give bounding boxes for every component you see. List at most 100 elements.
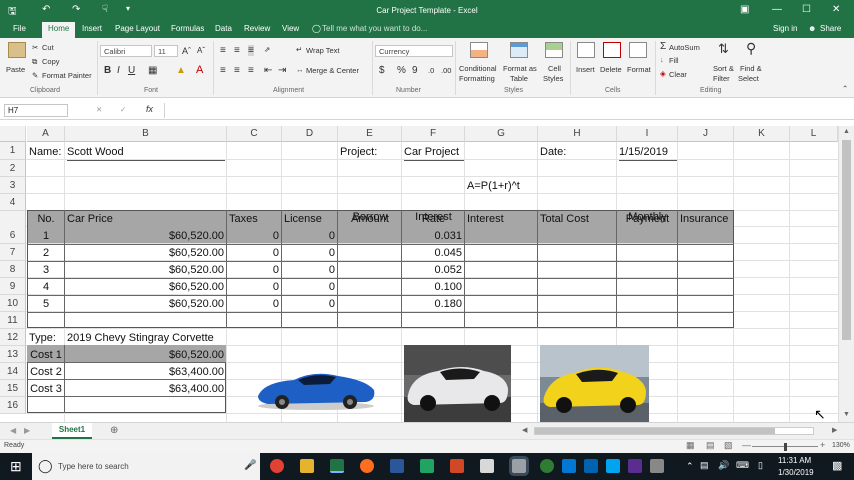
column-header[interactable]: D — [282, 126, 338, 142]
align-left-icon[interactable]: ≡ — [220, 65, 226, 76]
row-car-price[interactable]: $60,520.00 — [65, 298, 224, 310]
row-header[interactable]: 12 — [0, 329, 26, 346]
decrease-decimal-icon[interactable]: .00 — [441, 66, 451, 75]
row-taxes[interactable]: 0 — [227, 230, 279, 242]
sheet-tab-sheet1[interactable]: Sheet1 — [52, 423, 92, 439]
header-insurance[interactable]: Insurance — [680, 213, 728, 225]
header-interest-rate-2[interactable]: Rate — [402, 213, 465, 225]
tab-review[interactable]: Review — [244, 24, 270, 33]
column-header[interactable]: E — [338, 126, 402, 142]
share-button[interactable]: Share — [820, 24, 841, 33]
row-car-price[interactable]: $60,520.00 — [65, 247, 224, 259]
paste-icon[interactable] — [8, 42, 26, 58]
wrap-text-button[interactable]: Wrap Text — [306, 46, 340, 55]
firefox-icon[interactable] — [360, 459, 374, 473]
insert-function-button[interactable]: fx — [146, 104, 153, 114]
horizontal-scroll-thumb[interactable] — [535, 428, 775, 434]
tab-home[interactable]: Home — [42, 22, 76, 38]
formula-text[interactable]: A=P(1+r)^t — [467, 180, 520, 192]
font-size-combo[interactable]: 11 — [154, 45, 178, 57]
white-corvette-image[interactable] — [404, 345, 511, 422]
zoom-out-icon[interactable]: — — [742, 440, 751, 450]
select-all-corner[interactable] — [0, 126, 26, 142]
underline-button[interactable]: U — [128, 65, 135, 76]
cost-label[interactable]: Cost 2 — [27, 366, 65, 378]
row-header[interactable]: 13 — [0, 346, 26, 363]
delete-cells-button[interactable]: Delete — [600, 65, 622, 74]
tab-formulas[interactable]: Formulas — [171, 24, 204, 33]
collapse-ribbon-icon[interactable]: ⌃ — [842, 84, 848, 93]
cell-styles-button[interactable]: Cell — [548, 64, 561, 73]
cut-button[interactable]: Cut — [42, 43, 54, 52]
font-name-combo[interactable]: Calibri — [100, 45, 152, 57]
increase-decimal-icon[interactable]: .0 — [428, 66, 434, 75]
cell-styles-icon[interactable] — [545, 42, 563, 58]
format-painter-button[interactable]: Format Painter — [42, 71, 92, 80]
ime-icon[interactable]: ⌨ — [736, 460, 749, 471]
row-header[interactable]: 2 — [0, 160, 26, 177]
chrome-icon[interactable] — [270, 459, 284, 473]
row-taxes[interactable]: 0 — [227, 298, 279, 310]
taskbar-date[interactable]: 1/30/2019 — [778, 468, 814, 477]
fill-color-icon[interactable]: ▲ — [176, 65, 186, 76]
date-value[interactable]: 1/15/2019 — [619, 146, 677, 161]
increase-indent-icon[interactable]: ⇥ — [278, 65, 286, 76]
column-header[interactable]: F — [402, 126, 465, 142]
app-icon-blue[interactable] — [562, 459, 576, 473]
find-select-icon[interactable]: ⚲ — [746, 40, 756, 57]
taskbar-search-box[interactable]: ◯ Type here to search 🎤 — [32, 453, 260, 480]
column-header[interactable]: I — [617, 126, 678, 142]
row-header[interactable]: 10 — [0, 295, 26, 312]
row-taxes[interactable]: 0 — [227, 264, 279, 276]
format-as-table-icon[interactable] — [510, 42, 528, 58]
row-license[interactable]: 0 — [282, 264, 335, 276]
row-header[interactable]: 9 — [0, 278, 26, 295]
sort-filter-icon[interactable]: ⇅ — [718, 41, 729, 57]
normal-view-icon[interactable]: ▦ — [686, 440, 695, 451]
volume-icon[interactable]: 🔊 — [718, 460, 729, 471]
header-monthly-2[interactable]: Payment — [617, 213, 678, 225]
column-header[interactable]: A — [27, 126, 65, 142]
row-header[interactable]: 15 — [0, 380, 26, 397]
app-icon-dark-blue[interactable] — [584, 459, 598, 473]
skype-icon[interactable] — [606, 459, 620, 473]
header-interest[interactable]: Interest — [467, 213, 504, 225]
shrink-font-icon[interactable]: Aˇ — [197, 46, 205, 55]
borders-icon[interactable]: ▦ — [148, 65, 157, 76]
column-header[interactable]: C — [227, 126, 282, 142]
find-select-button[interactable]: Find & — [740, 64, 762, 73]
cost-value[interactable]: $63,400.00 — [65, 383, 224, 395]
tab-view[interactable]: View — [282, 24, 299, 33]
conditional-formatting-button[interactable]: Conditional — [459, 64, 497, 73]
align-top-icon[interactable]: ≡ — [220, 45, 226, 56]
copy-button[interactable]: Copy — [42, 57, 60, 66]
row-header[interactable]: 3 — [0, 177, 26, 194]
microphone-icon[interactable]: 🎤 — [244, 460, 256, 471]
ribbon-display-icon[interactable]: ▣ — [740, 4, 749, 15]
row-interest-rate[interactable]: 0.052 — [402, 264, 462, 276]
column-header[interactable]: K — [734, 126, 790, 142]
row-car-price[interactable]: $60,520.00 — [65, 264, 224, 276]
page-layout-view-icon[interactable]: ▤ — [706, 440, 715, 451]
zoom-slider-thumb[interactable] — [784, 443, 787, 451]
format-as-table-button[interactable]: Format as — [503, 64, 537, 73]
onenote-icon[interactable] — [628, 459, 642, 473]
header-borrow-2[interactable]: Amount — [338, 213, 402, 225]
header-taxes[interactable]: Taxes — [229, 213, 258, 225]
prev-sheet-icon[interactable]: ◀ — [10, 426, 16, 435]
paste-button[interactable]: Paste — [6, 65, 25, 74]
row-car-price[interactable]: $60,520.00 — [65, 230, 224, 242]
row-taxes[interactable]: 0 — [227, 281, 279, 293]
italic-button[interactable]: I — [117, 65, 120, 76]
comma-style-button[interactable]: 9 — [412, 65, 418, 76]
column-header[interactable]: B — [65, 126, 227, 142]
row-license[interactable]: 0 — [282, 230, 335, 242]
row-taxes[interactable]: 0 — [227, 247, 279, 259]
generic-app-icon[interactable] — [480, 459, 494, 473]
row-header[interactable]: 14 — [0, 363, 26, 380]
windows-start-icon[interactable]: ⊞ — [10, 458, 22, 475]
action-center-icon[interactable]: ▩ — [832, 459, 842, 472]
row-header[interactable]: 8 — [0, 261, 26, 278]
header-no[interactable]: No. — [27, 213, 65, 225]
orientation-icon[interactable]: ⇗ — [264, 45, 270, 54]
